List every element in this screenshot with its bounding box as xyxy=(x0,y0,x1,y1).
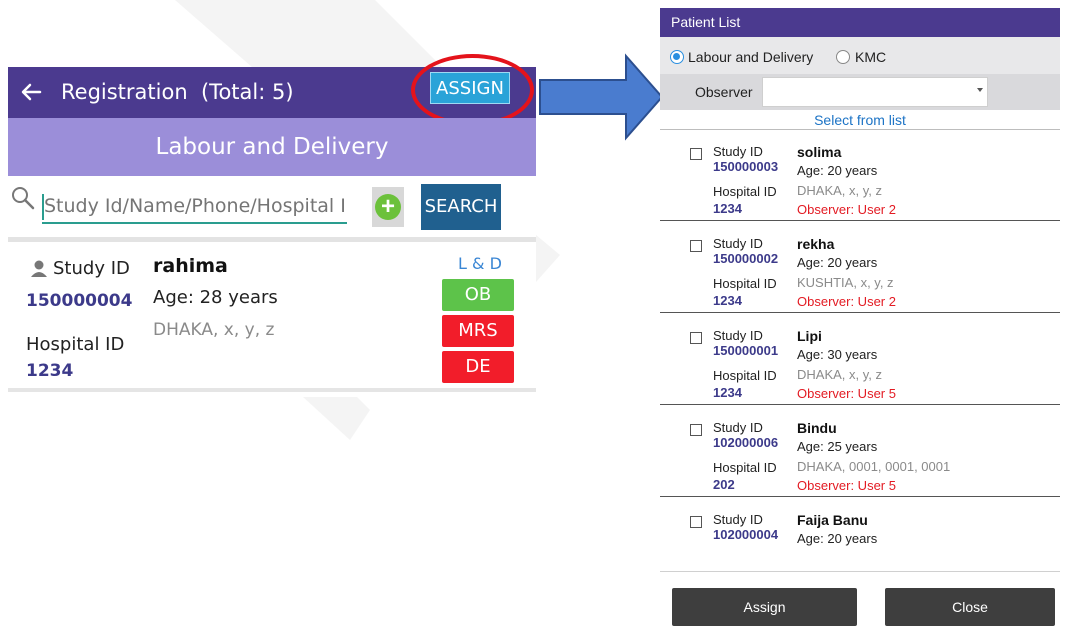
study-id-label: Study ID xyxy=(713,236,763,251)
select-from-list-link[interactable]: Select from list xyxy=(660,112,1060,128)
patient-checkbox[interactable] xyxy=(690,424,702,436)
radio-labour-delivery-label[interactable]: Labour and Delivery xyxy=(688,49,813,65)
hospital-id-value: 202 xyxy=(713,477,735,492)
list-item[interactable]: Study ID 150000001 Hospital ID 1234 Lipi… xyxy=(660,315,1060,405)
mrs-button[interactable]: MRS xyxy=(442,315,514,347)
study-id-value: 150000004 xyxy=(26,291,133,311)
patient-record[interactable]: Study ID 150000004 Hospital ID 1234 rahi… xyxy=(8,242,536,392)
patient-name: Faija Banu xyxy=(797,512,868,528)
study-id-value: 150000003 xyxy=(713,159,779,174)
patient-name: rekha xyxy=(797,236,835,252)
patient-checkbox[interactable] xyxy=(690,148,702,160)
hospital-id-value: 1234 xyxy=(713,385,742,400)
patient-name: Lipi xyxy=(797,328,822,344)
patient-observer: Observer: User 2 xyxy=(797,294,896,309)
observer-select[interactable] xyxy=(762,77,988,107)
patient-list[interactable]: Study ID 150000003 Hospital ID 1234 soli… xyxy=(660,131,1060,561)
patient-age: Age: 20 years xyxy=(797,163,878,178)
patient-address: DHAKA, x, y, z xyxy=(797,183,882,198)
patient-address: DHAKA, x, y, z xyxy=(153,320,275,340)
category-radio-group: Labour and Delivery KMC xyxy=(660,37,1060,79)
hospital-id-label: Hospital ID xyxy=(713,460,777,475)
patient-age: Age: 20 years xyxy=(797,531,878,546)
study-id-label: Study ID xyxy=(713,512,763,527)
section-title: Labour and Delivery xyxy=(8,118,536,176)
hospital-id-label: Hospital ID xyxy=(713,276,777,291)
assign-button[interactable]: Assign xyxy=(672,588,857,626)
patient-observer: Observer: User 5 xyxy=(797,478,896,493)
person-icon xyxy=(31,260,47,277)
radio-kmc[interactable] xyxy=(836,50,850,64)
study-id-value: 102000004 xyxy=(713,527,779,542)
de-button[interactable]: DE xyxy=(442,351,514,383)
patient-checkbox[interactable] xyxy=(690,240,702,252)
study-id-value: 102000006 xyxy=(713,435,779,450)
study-id-value: 150000001 xyxy=(713,343,779,358)
back-arrow-icon[interactable] xyxy=(16,77,46,107)
radio-kmc-label[interactable]: KMC xyxy=(855,49,886,65)
scroll-fade xyxy=(660,548,1060,562)
patient-age: Age: 30 years xyxy=(797,347,878,362)
hospital-id-label: Hospital ID xyxy=(713,184,777,199)
app-bar: Registration (Total: 5) ASSIGN xyxy=(8,67,536,118)
patient-address: DHAKA, 0001, 0001, 0001 xyxy=(797,459,951,474)
dropdown-caret-icon[interactable] xyxy=(977,88,983,92)
patient-age: Age: 25 years xyxy=(797,439,878,454)
patient-checkbox[interactable] xyxy=(690,516,702,528)
ld-tag: L & D xyxy=(458,254,502,273)
registration-screen: Registration (Total: 5) ASSIGN Labour an… xyxy=(8,54,536,397)
assign-button[interactable]: ASSIGN xyxy=(430,72,510,104)
patient-age: Age: 28 years xyxy=(153,287,278,308)
patient-observer: Observer: User 5 xyxy=(797,386,896,401)
patient-list-dialog: Patient List Labour and Delivery KMC Obs… xyxy=(660,8,1060,629)
patient-age: Age: 20 years xyxy=(797,255,878,270)
study-id-label: Study ID xyxy=(713,144,763,159)
patient-address: KUSHTIA, x, y, z xyxy=(797,275,894,290)
hospital-id-label: Hospital ID xyxy=(26,334,125,355)
list-item[interactable]: Study ID 150000002 Hospital ID 1234 rekh… xyxy=(660,223,1060,313)
hospital-id-value: 1234 xyxy=(713,201,742,216)
search-button[interactable]: SEARCH xyxy=(421,184,501,230)
add-patient-button[interactable]: + xyxy=(372,187,404,227)
patient-name: Bindu xyxy=(797,420,837,436)
text-cursor xyxy=(42,194,44,220)
search-icon xyxy=(12,187,35,210)
right-arrow-icon xyxy=(539,53,664,141)
list-item[interactable]: Study ID 102000006 Hospital ID 202 Bindu… xyxy=(660,407,1060,497)
search-input[interactable] xyxy=(42,190,347,224)
divider xyxy=(660,129,1060,130)
patient-observer: Observer: User 2 xyxy=(797,202,896,217)
patient-name: solima xyxy=(797,144,842,160)
study-id-label: Study ID xyxy=(713,420,763,435)
dialog-footer: Assign Close xyxy=(660,571,1060,629)
search-row: + SEARCH xyxy=(8,176,536,242)
study-id-label: Study ID xyxy=(53,258,130,279)
screen-title: Registration (Total: 5) xyxy=(61,80,294,104)
patient-name: rahima xyxy=(153,255,228,277)
observer-label: Observer xyxy=(695,84,753,100)
hospital-id-value: 1234 xyxy=(713,293,742,308)
patient-address: DHAKA, x, y, z xyxy=(797,367,882,382)
ob-button[interactable]: OB xyxy=(442,279,514,311)
study-id-value: 150000002 xyxy=(713,251,779,266)
list-item[interactable]: Study ID 150000003 Hospital ID 1234 soli… xyxy=(660,131,1060,221)
observer-row: Observer xyxy=(660,74,1060,110)
patient-checkbox[interactable] xyxy=(690,332,702,344)
hospital-id-label: Hospital ID xyxy=(713,368,777,383)
plus-icon: + xyxy=(375,194,401,220)
radio-labour-delivery[interactable] xyxy=(670,50,684,64)
dialog-title: Patient List xyxy=(660,8,1060,37)
hospital-id-value: 1234 xyxy=(26,361,74,381)
study-id-label: Study ID xyxy=(713,328,763,343)
close-button[interactable]: Close xyxy=(885,588,1055,626)
